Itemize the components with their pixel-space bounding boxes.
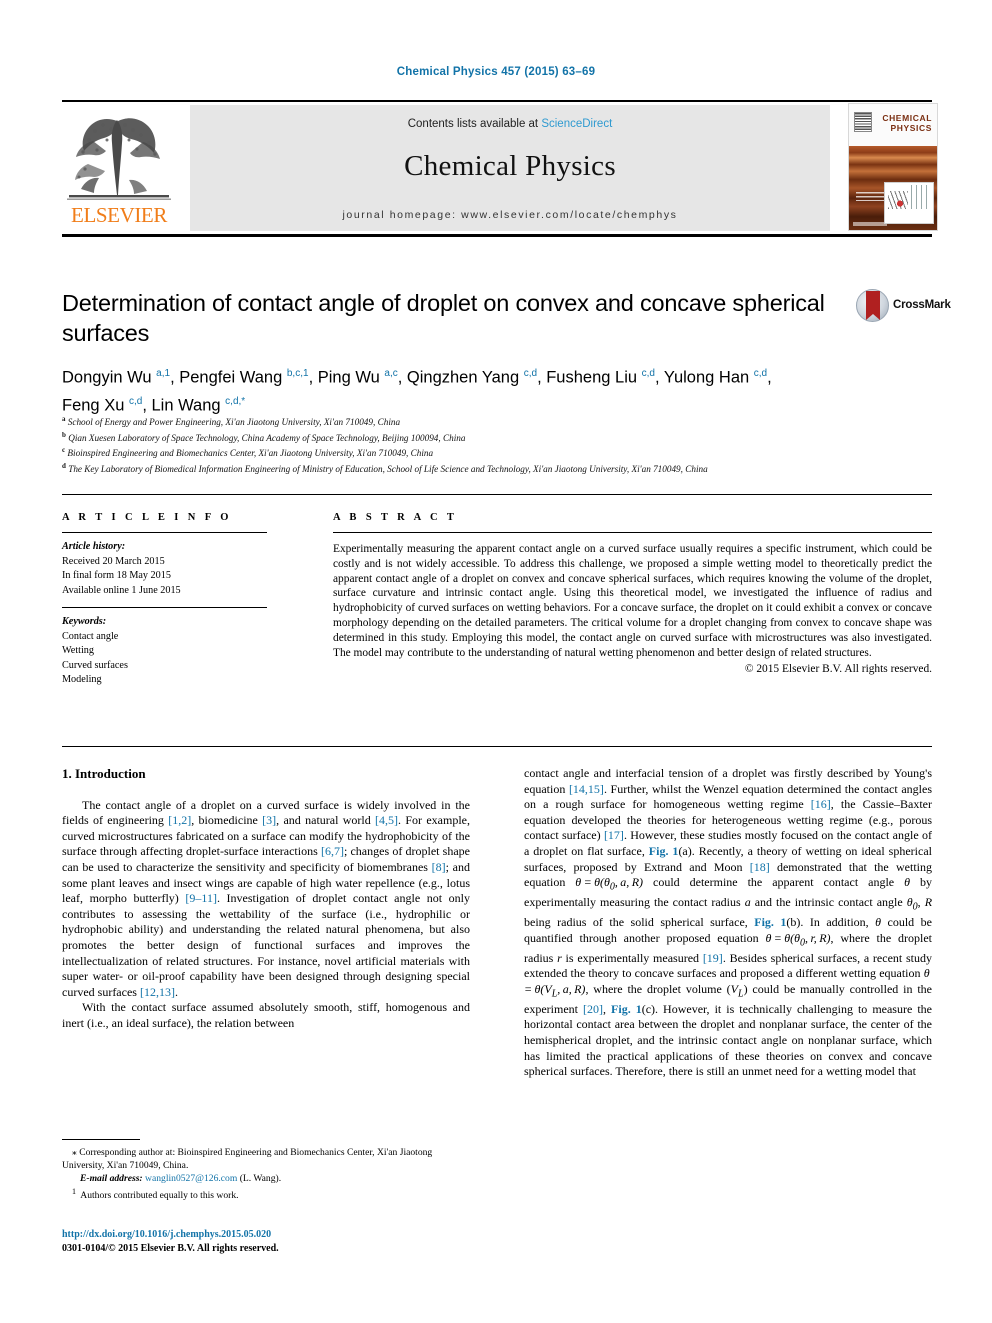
- page-title: Determination of contact angle of drople…: [62, 290, 825, 346]
- abstract-copyright: © 2015 Elsevier B.V. All rights reserved…: [744, 663, 932, 676]
- affiliation-item: c Bioinspired Engineering and Biomechani…: [62, 446, 434, 459]
- cover-inset-peak: [888, 191, 908, 209]
- body-column-left: 1. Introduction The contact angle of a d…: [62, 766, 470, 1032]
- contents-line: Contents lists available at ScienceDirec…: [190, 118, 830, 130]
- elsevier-wordmark: ELSEVIER: [71, 203, 167, 227]
- paragraph: contact angle and interfacial tension of…: [524, 766, 933, 1079]
- keyword-item: Wetting: [62, 645, 94, 656]
- cover-inset-figure: [884, 182, 934, 224]
- author-list: Dongyin Wu a,1, Pengfei Wang b,c,1, Ping…: [62, 362, 872, 417]
- abstract-heading: A B S T R A C T: [333, 512, 458, 523]
- keyword-list: Keywords: Contact angle Wetting Curved s…: [62, 615, 267, 688]
- affiliation-list: a School of Energy and Power Engineering…: [62, 413, 942, 476]
- running-head: Chemical Physics 457 (2015) 63–69: [396, 66, 596, 78]
- contents-prefix: Contents lists available at: [407, 118, 542, 130]
- article-info-rule-2: [62, 607, 267, 608]
- history-item: In final form 18 May 2015: [62, 570, 171, 581]
- sciencedirect-link[interactable]: ScienceDirect: [541, 118, 612, 130]
- abstract-text: Experimentally measuring the apparent co…: [333, 543, 932, 659]
- crossmark-badge[interactable]: CrossMark: [856, 287, 951, 327]
- footnote-block: ⁎ Corresponding author at: Bioinspired E…: [62, 1146, 472, 1202]
- paragraph: With the contact surface assumed absolut…: [62, 1000, 470, 1030]
- history-item: Received 20 March 2015: [62, 555, 165, 567]
- doi-block: http://dx.doi.org/10.1016/j.chemphys.201…: [62, 1228, 482, 1255]
- email-link[interactable]: wanglin0527@126.com: [145, 1173, 237, 1184]
- abstract-block-rule-bottom: [62, 746, 932, 747]
- equal-contribution-note: 1 Authors contributed equally to this wo…: [72, 1187, 239, 1202]
- crossmark-flag-icon: [866, 291, 880, 320]
- affiliation-item: a School of Energy and Power Engineering…: [62, 415, 401, 428]
- footnote-rule: [62, 1139, 140, 1140]
- email-note: E-mail address: wanglin0527@126.com (L. …: [62, 1172, 472, 1185]
- elsevier-logo: ELSEVIER: [63, 107, 175, 232]
- article-history-label: Article history:: [62, 541, 126, 552]
- abstract-block-rule-top: [62, 494, 932, 495]
- history-item: Available online 1 June 2015: [62, 584, 181, 596]
- cover-artwork: [849, 146, 937, 230]
- corresponding-author-note: ⁎ Corresponding author at: Bioinspired E…: [62, 1147, 433, 1171]
- journal-title: Chemical Physics: [404, 150, 616, 182]
- crossmark-label: CrossMark: [893, 299, 951, 311]
- header-rule-top: [62, 100, 932, 102]
- keyword-item: Curved surfaces: [62, 659, 128, 671]
- email-label: E-mail address:: [80, 1173, 143, 1184]
- article-info-heading: A R T I C L E I N F O: [62, 512, 232, 523]
- cover-journal-title: CHEMICAL PHYSICS: [882, 113, 932, 133]
- cover-inset-grid: [911, 185, 931, 209]
- issn-copyright-line: 0301-0104/© 2015 Elsevier B.V. All right…: [62, 1242, 279, 1254]
- keyword-item: Modeling: [62, 674, 102, 685]
- keywords-label: Keywords:: [62, 616, 107, 627]
- article-page: Chemical Physics 457 (2015) 63–69 Conten…: [0, 0, 992, 1323]
- article-info-rule-1: [62, 532, 267, 533]
- abstract-block: A B S T R A C T Experimentally measuring…: [333, 512, 932, 675]
- body-column-right: contact angle and interfacial tension of…: [524, 766, 932, 1080]
- header-rule-bottom: [62, 234, 932, 237]
- affiliation-item: d The Key Laboratory of Biomedical Infor…: [62, 461, 708, 475]
- elsevier-tree-icon: [67, 118, 171, 200]
- cover-caption-bar: [853, 222, 887, 226]
- cover-elsevier-mark-icon: [854, 112, 872, 132]
- article-info-block: A R T I C L E I N F O Article history: R…: [62, 512, 267, 688]
- abstract-rule: [333, 532, 932, 533]
- email-owner: (L. Wang).: [239, 1173, 282, 1184]
- doi-link[interactable]: http://dx.doi.org/10.1016/j.chemphys.201…: [62, 1228, 482, 1242]
- journal-cover-thumbnail: CHEMICAL PHYSICS: [848, 103, 938, 231]
- article-history: Article history: Received 20 March 2015 …: [62, 540, 267, 598]
- paragraph: The contact angle of a droplet on a curv…: [62, 797, 471, 999]
- keyword-item: Contact angle: [62, 630, 119, 642]
- author-line-1: Dongyin Wu a,1, Pengfei Wang b,c,1, Ping…: [62, 368, 772, 387]
- section-heading-introduction: 1. Introduction: [62, 766, 146, 781]
- journal-homepage[interactable]: journal homepage: www.elsevier.com/locat…: [190, 209, 830, 221]
- affiliation-item: b Qian Xuesen Laboratory of Space Techno…: [62, 430, 466, 443]
